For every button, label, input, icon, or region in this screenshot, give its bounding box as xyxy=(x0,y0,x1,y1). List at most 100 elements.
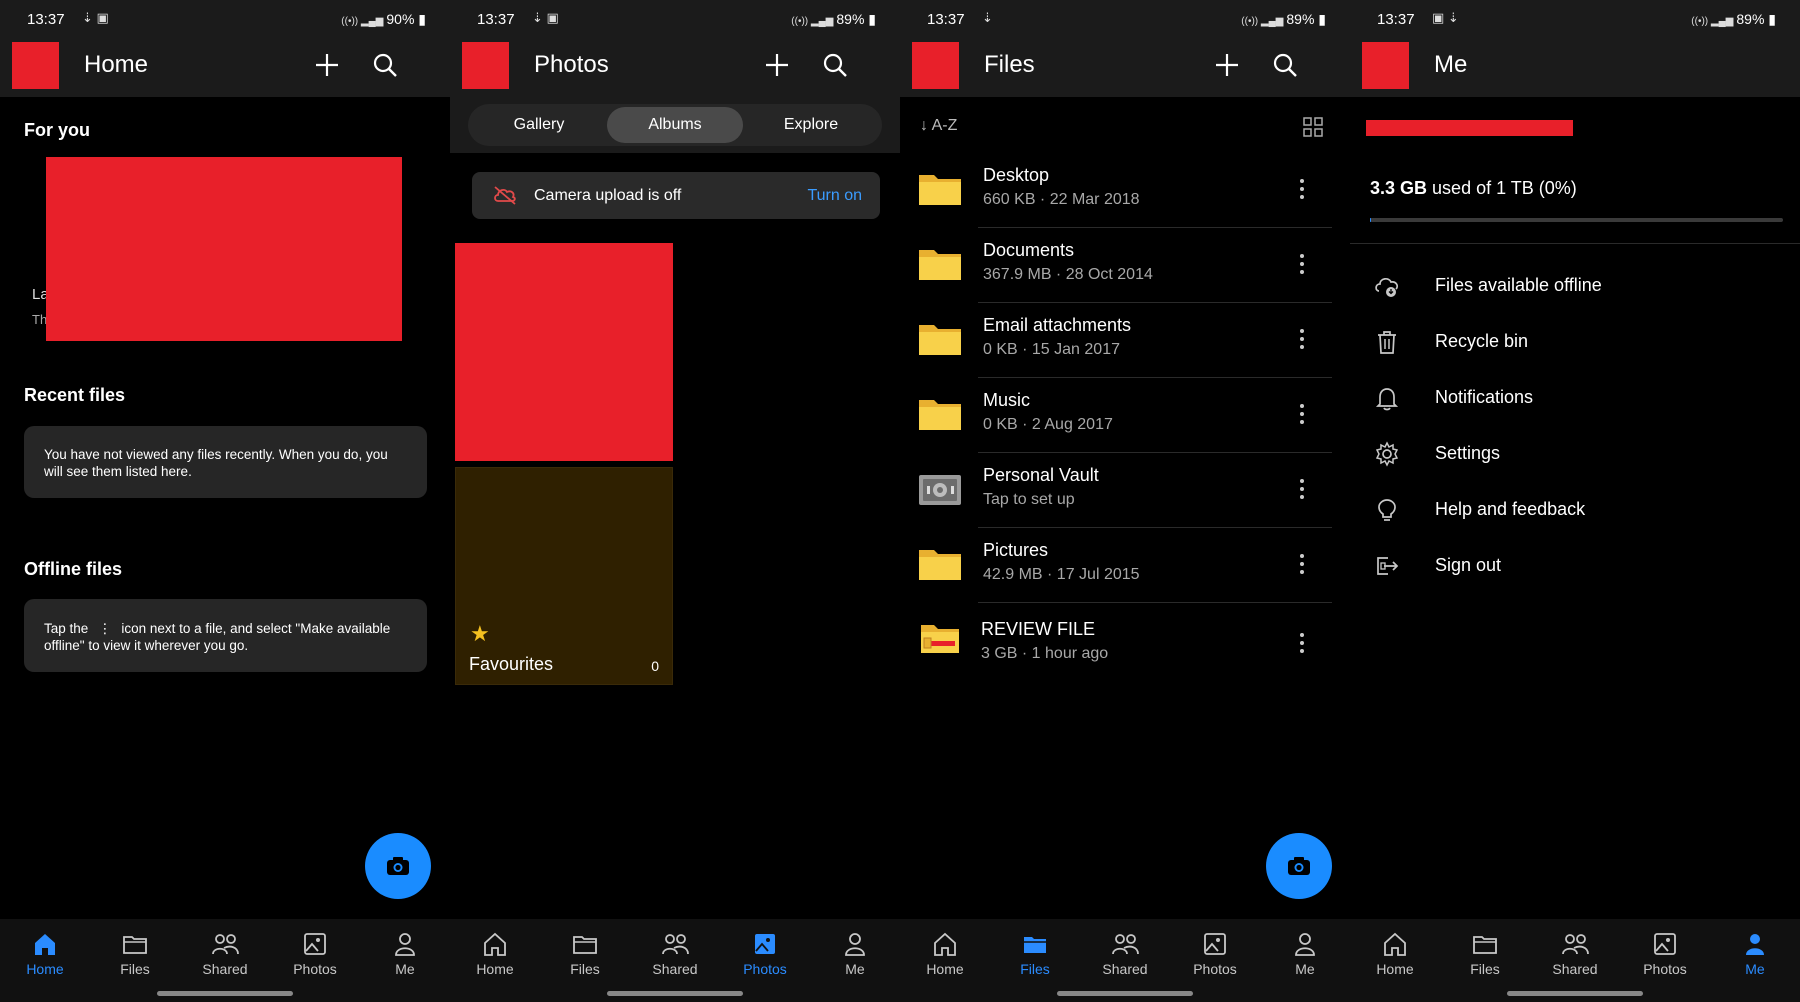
add-icon[interactable] xyxy=(762,50,792,80)
search-icon[interactable] xyxy=(370,50,400,80)
more-icon[interactable] xyxy=(1299,631,1305,655)
page-title: Files xyxy=(984,51,1035,78)
banner-text: Camera upload is off xyxy=(534,187,682,204)
nav-files[interactable]: Files xyxy=(1440,929,1530,977)
more-icon[interactable] xyxy=(1299,327,1305,351)
app-bar: Photos xyxy=(450,38,900,97)
nav-files[interactable]: Files xyxy=(990,929,1080,977)
notification-icons: ⇣ ▣ xyxy=(532,10,559,25)
more-icon[interactable] xyxy=(1299,177,1305,201)
people-icon xyxy=(662,934,689,955)
menu-notifications[interactable]: Notifications xyxy=(1350,375,1800,421)
status-time: 13:37 xyxy=(477,11,515,28)
file-row[interactable]: Music 0 KB · 2 Aug 2017 xyxy=(900,378,1350,453)
nav-photos[interactable]: Photos xyxy=(270,929,360,977)
shared-folder-icon xyxy=(921,625,959,653)
home-icon xyxy=(35,934,55,955)
nav-photos[interactable]: Photos xyxy=(1170,929,1260,977)
nav-home[interactable]: Home xyxy=(1350,929,1440,977)
file-row[interactable]: Desktop 660 KB · 22 Mar 2018 xyxy=(900,153,1350,228)
menu-help-feedback[interactable]: Help and feedback xyxy=(1350,487,1800,533)
camera-button[interactable] xyxy=(365,833,431,899)
album-thumbnail[interactable] xyxy=(455,243,673,461)
search-icon[interactable] xyxy=(1270,50,1300,80)
more-icon[interactable] xyxy=(1299,402,1305,426)
add-icon[interactable] xyxy=(312,50,342,80)
sort-bar: ↓ A-Z xyxy=(900,104,1350,150)
storage-used: 3.3 GB xyxy=(1370,178,1428,198)
nav-files[interactable]: Files xyxy=(540,929,630,977)
menu-label: Files available offline xyxy=(1435,275,1602,295)
storage-total: used of 1 TB (0%) xyxy=(1432,178,1577,198)
avatar[interactable] xyxy=(1362,42,1409,89)
photo-icon xyxy=(1204,933,1226,955)
album-favourites[interactable]: ★ Favourites 0 xyxy=(455,467,673,685)
menu-label: Sign out xyxy=(1435,555,1502,575)
nav-photos[interactable]: Photos xyxy=(720,929,810,977)
status-network: ((•)) ▂▄▆ 90% ▮ xyxy=(341,11,426,27)
folder-icon xyxy=(919,175,961,205)
page-title: Photos xyxy=(534,51,609,78)
status-bar: 13:37 ▣ ⇣ ((•)) ▂▄▆ 89% ▮ xyxy=(1350,0,1800,38)
avatar[interactable] xyxy=(912,42,959,89)
tab-gallery[interactable]: Gallery xyxy=(471,107,607,143)
gesture-bar xyxy=(1057,991,1193,996)
app-bar: Me xyxy=(1350,38,1800,97)
folder-icon xyxy=(919,400,961,430)
nav-shared[interactable]: Shared xyxy=(1530,929,1620,977)
nav-me[interactable]: Me xyxy=(810,929,900,977)
bottom-nav: Home Files Shared Photos Me xyxy=(900,919,1350,1002)
nav-shared[interactable]: Shared xyxy=(180,929,270,977)
sign-out-icon xyxy=(1377,557,1399,575)
more-icon[interactable] xyxy=(1299,477,1305,501)
menu-settings[interactable]: Settings xyxy=(1350,431,1800,477)
photo-icon xyxy=(755,934,775,954)
sort-button[interactable]: ↓ A-Z xyxy=(920,117,957,135)
file-row[interactable]: Email attachments 0 KB · 15 Jan 2017 xyxy=(900,303,1350,378)
nav-me[interactable]: Me xyxy=(1260,929,1350,977)
nav-photos[interactable]: Photos xyxy=(1620,929,1710,977)
more-icon[interactable] xyxy=(1299,252,1305,276)
notification-icons: ⇣ xyxy=(982,10,993,25)
nav-shared[interactable]: Shared xyxy=(1080,929,1170,977)
avatar[interactable] xyxy=(462,42,509,89)
for-you-card[interactable] xyxy=(46,157,402,341)
arrow-down-icon: ↓ xyxy=(920,117,932,134)
tab-albums[interactable]: Albums xyxy=(607,107,743,143)
recent-files-message: You have not viewed any files recently. … xyxy=(44,447,388,479)
nav-me[interactable]: Me xyxy=(1710,929,1800,977)
file-row[interactable]: REVIEW FILE 3 GB · 1 hour ago xyxy=(900,603,1350,678)
add-icon[interactable] xyxy=(1212,50,1242,80)
avatar[interactable] xyxy=(12,42,59,89)
menu-files-offline[interactable]: Files available offline xyxy=(1350,263,1800,309)
lightbulb-icon xyxy=(1378,499,1396,521)
battery-level: 89% xyxy=(836,11,865,27)
status-network: ((•)) ▂▄▆ 89% ▮ xyxy=(1691,11,1776,27)
folder-icon xyxy=(123,936,147,954)
file-row[interactable]: Personal Vault Tap to set up xyxy=(900,453,1350,528)
camera-button[interactable] xyxy=(1266,833,1332,899)
nav-shared[interactable]: Shared xyxy=(630,929,720,977)
file-row[interactable]: Pictures 42.9 MB · 17 Jul 2015 xyxy=(900,528,1350,603)
turn-on-button[interactable]: Turn on xyxy=(807,187,862,205)
nav-home[interactable]: Home xyxy=(0,929,90,977)
nav-files[interactable]: Files xyxy=(90,929,180,977)
search-icon[interactable] xyxy=(820,50,850,80)
grid-view-icon[interactable] xyxy=(1302,116,1324,138)
person-icon xyxy=(1295,933,1315,956)
file-row[interactable]: Documents 367.9 MB · 28 Oct 2014 xyxy=(900,228,1350,303)
file-name: Pictures xyxy=(983,540,1049,560)
notification-icons: ⇣ ▣ xyxy=(82,10,109,25)
tab-explore[interactable]: Explore xyxy=(743,107,879,143)
trash-icon xyxy=(1378,331,1396,354)
more-icon[interactable] xyxy=(1299,552,1305,576)
nav-me[interactable]: Me xyxy=(360,929,450,977)
nav-home[interactable]: Home xyxy=(900,929,990,977)
status-network: ((•)) ▂▄▆ 89% ▮ xyxy=(1241,11,1326,27)
menu-sign-out[interactable]: Sign out xyxy=(1350,543,1800,589)
menu-recycle-bin[interactable]: Recycle bin xyxy=(1350,319,1800,365)
status-bar: 13:37 ⇣ ▣ ((•)) ▂▄▆ 90% ▮ xyxy=(0,0,450,38)
recent-files-heading: Recent files xyxy=(24,385,126,405)
camera-upload-banner: Camera upload is off Turn on xyxy=(472,172,880,219)
nav-home[interactable]: Home xyxy=(450,929,540,977)
